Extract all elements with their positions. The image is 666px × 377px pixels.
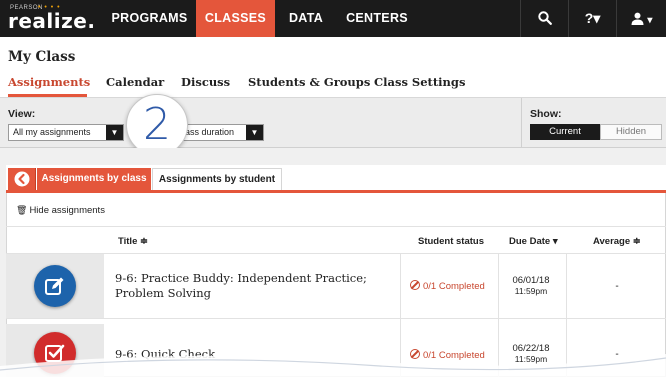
due-time-value: 11:59pm [514, 286, 548, 296]
show-hidden-toggle[interactable]: Hidden [600, 124, 662, 140]
realize-logo[interactable]: PEARSON • • • • realize. [8, 3, 96, 35]
tab-assignments-by-student[interactable]: Assignments by student [152, 168, 282, 190]
edit-icon [45, 277, 64, 295]
row-divider [6, 226, 666, 227]
duration-select-value: ass duration [185, 127, 235, 137]
chevron-down-icon: ▼ [246, 125, 263, 140]
hide-assignments-label: Hide assignments [29, 205, 105, 216]
column-header-due-date[interactable]: Due Date ▾ [509, 236, 558, 247]
chevron-down-icon: ▾ [647, 15, 653, 26]
filter-divider [521, 98, 522, 148]
realize-wordmark: realize. [8, 9, 96, 33]
user-menu-button[interactable]: ▾ [616, 0, 666, 37]
tab-assignments[interactable]: Assignments [8, 75, 90, 89]
nav-centers[interactable]: CENTERS [337, 0, 417, 37]
user-icon [631, 12, 644, 25]
column-header-status: Student status [418, 236, 484, 247]
search-button[interactable] [520, 0, 568, 37]
student-status-text: 0/1 Completed [423, 281, 485, 292]
average-score: - [615, 281, 619, 292]
show-current-toggle[interactable]: Current [530, 124, 600, 140]
assignment-title[interactable]: 9-6: Practice Buddy: Independent Practic… [115, 271, 367, 301]
chevron-down-icon: ▼ [106, 125, 123, 140]
view-label: View: [8, 108, 36, 120]
view-select-value: All my assignments [13, 127, 91, 137]
step-number-callout: 2 [126, 94, 188, 156]
top-nav: PEARSON • • • • realize. PROGRAMS CLASSE… [0, 0, 666, 37]
practice-buddy-badge [34, 265, 76, 307]
trash-icon: 🗑 [16, 205, 28, 215]
not-complete-icon [410, 280, 420, 290]
tab-assignments-by-class[interactable]: Assignments by class [37, 168, 151, 190]
row-divider [6, 318, 666, 319]
search-icon [537, 11, 552, 25]
hide-assignments-button[interactable]: 🗑 Hide assignments [16, 205, 105, 216]
help-menu-button[interactable]: ?▾ [568, 0, 616, 37]
back-button[interactable] [8, 168, 36, 190]
duration-select[interactable]: ass duration ▼ [180, 124, 264, 141]
page-title: My Class [8, 49, 76, 65]
page-curl-decoration [0, 354, 666, 377]
view-select[interactable]: All my assignments ▼ [8, 124, 124, 141]
step-number: 2 [143, 99, 171, 150]
due-date: 06/01/18 11:59pm [500, 275, 562, 297]
due-date-value: 06/01/18 [512, 275, 550, 286]
show-label: Show: [530, 108, 562, 120]
student-status[interactable]: 0/1 Completed [410, 280, 485, 292]
arrow-left-circle-icon [14, 171, 30, 187]
assignment-title-line: Problem Solving [115, 286, 211, 300]
nav-programs[interactable]: PROGRAMS [106, 0, 193, 37]
help-icon: ?▾ [584, 10, 601, 26]
nav-data[interactable]: DATA [275, 0, 337, 37]
tab-class-settings[interactable]: Class Settings [374, 75, 465, 89]
tab-students-groups[interactable]: Students & Groups [248, 75, 370, 89]
assignment-title-line: 9-6: Practice Buddy: Independent Practic… [115, 271, 367, 285]
column-header-average[interactable]: Average ≑ [593, 236, 641, 247]
column-header-title[interactable]: Title ≑ [118, 236, 148, 247]
row-divider [6, 253, 666, 254]
tab-calendar[interactable]: Calendar [106, 75, 164, 89]
nav-classes[interactable]: CLASSES [196, 0, 275, 37]
tab-discuss[interactable]: Discuss [181, 75, 230, 89]
